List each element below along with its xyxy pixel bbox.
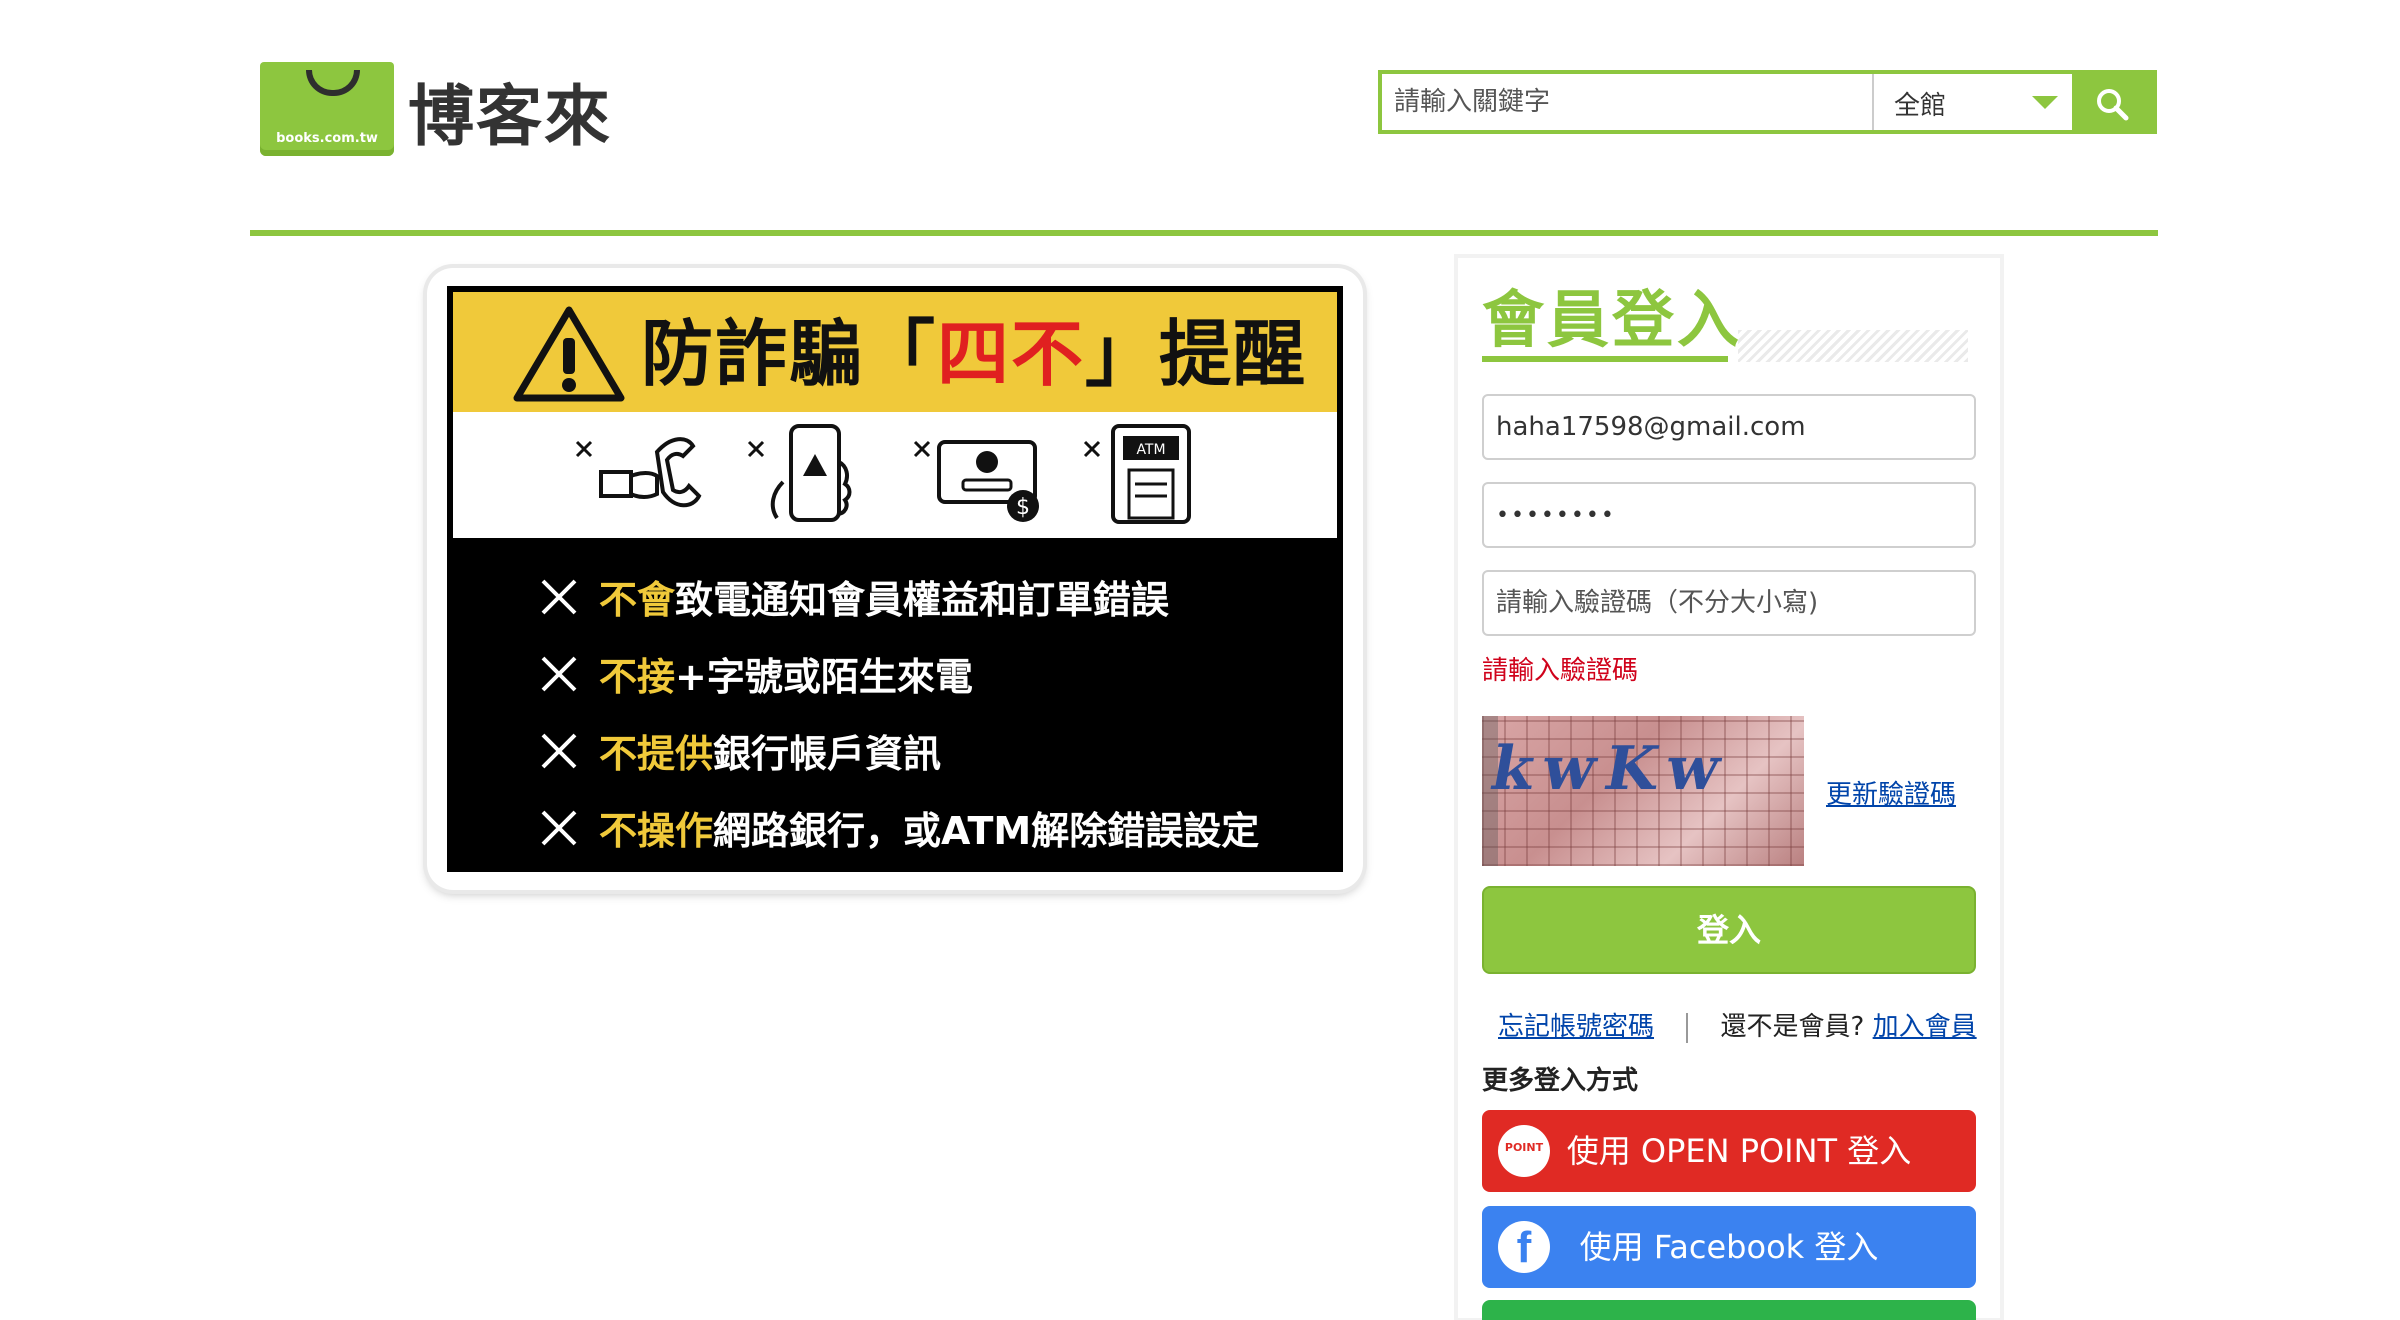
login-title: 會員登入 — [1482, 283, 1743, 356]
cross-icon — [541, 656, 577, 691]
logo-text[interactable]: 博客來 — [408, 80, 612, 154]
cross-icon — [541, 810, 577, 845]
warning-triangle-icon — [513, 306, 625, 402]
rule-text: 致電通知會員權益和訂單錯誤 — [675, 578, 1170, 622]
openpoint-login-label: 使用 OPEN POINT 登入 — [1566, 1132, 1912, 1170]
fraud-warning-banner[interactable]: 防詐騙「四不」提醒 $ ATM 不會 致電通知會員權益和訂單錯誤 不接 +字號或… — [427, 268, 1363, 890]
svg-text:ATM: ATM — [1136, 442, 1165, 458]
rule-highlight: 不會 — [599, 578, 676, 622]
facebook-login-button[interactable]: f 使用 Facebook 登入 — [1482, 1206, 1976, 1288]
login-title-decoration — [1738, 330, 1968, 362]
banner-rules: 不會 致電通知會員權益和訂單錯誤 不接 +字號或陌生來電 不提供 銀行帳戶資訊 不操作… — [539, 558, 1259, 866]
banner-rule: 不會 致電通知會員權益和訂單錯誤 — [539, 558, 1259, 635]
search-icon — [2097, 89, 2129, 121]
id-card-money-icon: $ — [913, 440, 1039, 522]
rule-highlight: 不操作 — [599, 809, 714, 853]
search-category-select[interactable]: 全館 — [1872, 74, 2072, 130]
more-login-label: 更多登入方式 — [1482, 1066, 1639, 1096]
phone-call-icon — [575, 437, 702, 508]
banner-icon-row: $ ATM — [453, 412, 1337, 538]
banner-rule: 不接 +字號或陌生來電 — [539, 635, 1259, 712]
cross-icon — [541, 579, 577, 614]
header-divider — [250, 230, 2158, 236]
logo-domain: books.com.tw — [276, 131, 378, 146]
openpoint-login-button[interactable]: POINT 使用 OPEN POINT 登入 — [1482, 1110, 1976, 1192]
password-field[interactable] — [1482, 482, 1976, 548]
account-links: 忘記帳號密碼 還不是會員? 加入會員 — [1498, 1006, 1977, 1043]
atm-machine-icon: ATM — [1083, 424, 1191, 524]
banner-title: 防詐騙「四不」提醒 — [641, 314, 1307, 394]
not-member-text: 還不是會員? — [1720, 1012, 1865, 1042]
captcha-input[interactable] — [1482, 570, 1976, 636]
svg-text:$: $ — [1016, 495, 1030, 520]
captcha-error-message: 請輸入驗證碼 — [1482, 656, 1639, 686]
rule-highlight: 不提供 — [599, 732, 714, 776]
email-field[interactable] — [1482, 394, 1976, 460]
link-divider — [1686, 1012, 1689, 1043]
search-button[interactable] — [2072, 74, 2153, 130]
rule-text: +字號或陌生來電 — [675, 655, 973, 699]
search-input[interactable] — [1382, 74, 1872, 130]
logo-handle — [306, 70, 360, 96]
banner-title-suffix: 」提醒 — [1085, 312, 1308, 396]
cross-icon — [541, 733, 577, 768]
smartphone-alert-icon — [747, 424, 852, 522]
captcha-image: kwKw — [1482, 716, 1804, 866]
rule-text: 銀行帳戶資訊 — [713, 732, 942, 776]
banner-title-bar: 防詐騙「四不」提醒 — [453, 292, 1337, 412]
banner-title-prefix: 防詐騙「 — [641, 312, 938, 396]
facebook-login-label: 使用 Facebook 登入 — [1579, 1228, 1879, 1266]
banner-rule: 不操作 網路銀行，或ATM解除錯誤設定 — [539, 789, 1259, 866]
captcha-text: kwKw — [1485, 734, 1736, 804]
banner-title-highlight: 四不 — [937, 312, 1086, 396]
login-title-underline — [1482, 356, 1728, 362]
next-login-button[interactable] — [1482, 1300, 1976, 1320]
join-member-link[interactable]: 加入會員 — [1873, 1012, 1977, 1042]
rule-highlight: 不接 — [599, 655, 676, 699]
forgot-password-link[interactable]: 忘記帳號密碼 — [1498, 1012, 1654, 1042]
banner-inner: 防詐騙「四不」提醒 $ ATM 不會 致電通知會員權益和訂單錯誤 不接 +字號或… — [447, 286, 1343, 872]
logo-bag-icon[interactable]: books.com.tw — [260, 62, 394, 156]
banner-rule: 不提供 銀行帳戶資訊 — [539, 712, 1259, 789]
search-category-label: 全館 — [1894, 91, 1947, 121]
refresh-captcha-link[interactable]: 更新驗證碼 — [1826, 774, 1956, 811]
chevron-down-icon — [2032, 96, 2058, 109]
login-button[interactable]: 登入 — [1482, 886, 1976, 974]
rule-text: 網路銀行，或ATM解除錯誤設定 — [713, 809, 1260, 853]
search-bar: 全館 — [1378, 70, 2157, 134]
